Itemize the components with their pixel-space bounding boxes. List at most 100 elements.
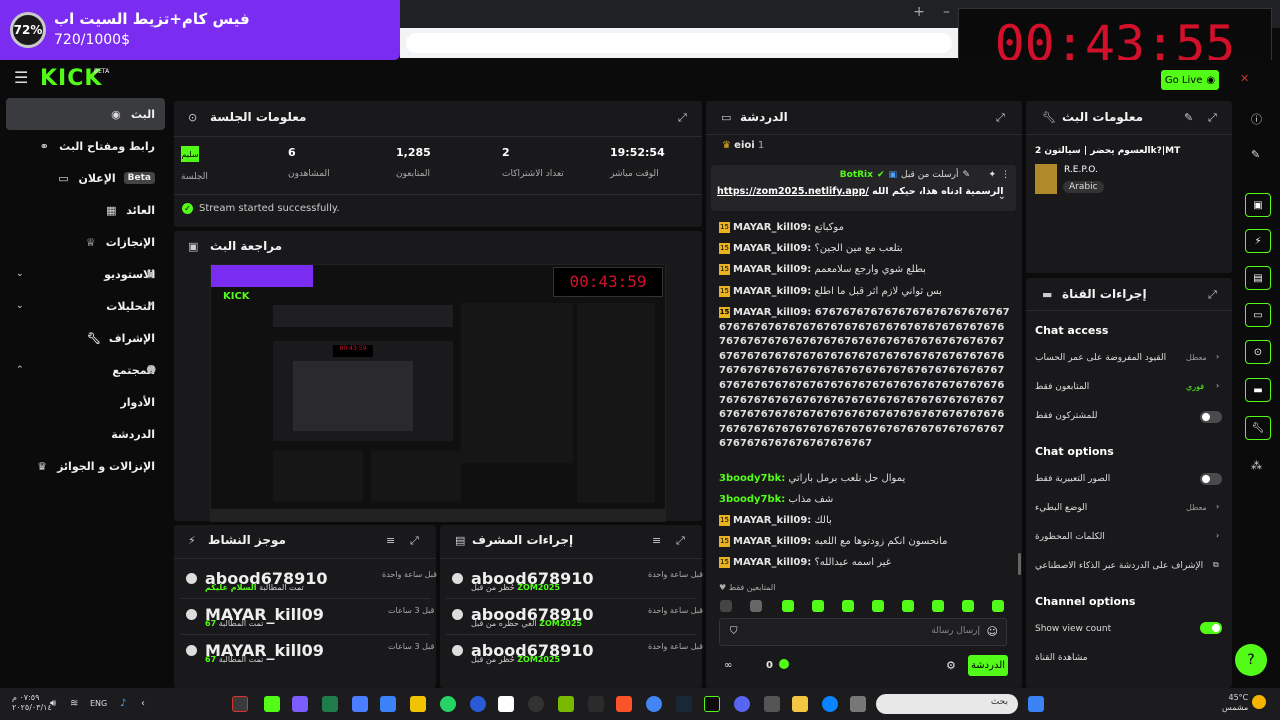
mic-icon[interactable]: ♪ (120, 698, 126, 709)
chrome-icon[interactable] (646, 696, 662, 712)
taskbar-search[interactable]: بحث (876, 694, 1018, 714)
chevron-right-icon[interactable]: › (1216, 352, 1219, 361)
sidebar-item-studio[interactable]: ⌄ ▣ الاستوديو (6, 258, 165, 290)
emote[interactable] (720, 600, 732, 612)
sidebar-item-ads[interactable]: ▭ الإعلان Beta (6, 162, 165, 194)
channel-toggle-icon[interactable]: ▬ (1245, 378, 1271, 402)
wifi-icon[interactable]: ≋ (70, 698, 78, 709)
kick-stream-icon[interactable] (704, 696, 720, 712)
minimize-icon[interactable]: – (943, 4, 950, 20)
rockstar-icon[interactable] (410, 696, 426, 712)
sidebar-item-chat[interactable]: الدردشة (6, 418, 165, 450)
chevron-right-icon[interactable]: › (1216, 502, 1219, 511)
emote[interactable] (842, 600, 854, 612)
send-chat-button[interactable]: الدردشة (968, 655, 1008, 676)
account-age-value[interactable]: معطل (1186, 353, 1207, 362)
capcut-icon[interactable] (498, 696, 514, 712)
wrench-toggle-icon[interactable]: 🔧︎ (1245, 416, 1271, 440)
folder-icon[interactable] (792, 696, 808, 712)
category-name[interactable]: R.E.P.O. (1064, 165, 1098, 175)
kick-app-icon[interactable] (264, 696, 280, 712)
excel-icon[interactable] (322, 696, 338, 712)
window-icon[interactable] (764, 696, 780, 712)
emote[interactable] (782, 600, 794, 612)
sidebar-item-broadcast[interactable]: ◉ البث (6, 98, 165, 130)
emote[interactable] (750, 600, 762, 612)
edit-icon[interactable]: ✎ (1251, 148, 1260, 161)
info-icon[interactable]: ⓘ (1251, 111, 1262, 127)
language-indicator[interactable]: ENG (90, 699, 107, 708)
followers-only-value[interactable]: فوري (1186, 382, 1204, 391)
edge-dev-icon[interactable] (380, 696, 396, 712)
gear-icon[interactable]: ⚙ (946, 659, 956, 672)
clock[interactable]: ٠٧:٥٩ م ٢٠٢٥/٠٣/١٤ (12, 693, 52, 713)
emote[interactable] (992, 600, 1004, 612)
go-live-button[interactable]: Go Live ◉ (1161, 70, 1219, 90)
more-icon[interactable]: ⋮ (1001, 170, 1010, 180)
ea-icon[interactable] (470, 696, 486, 712)
sidebar-item-moderation[interactable]: 🔧︎ الإشراف (6, 322, 165, 354)
show-view-count-toggle[interactable] (1200, 622, 1222, 634)
menu-icon[interactable]: ☰ (14, 68, 28, 87)
chevron-right-icon[interactable]: › (1216, 531, 1219, 540)
expand-icon[interactable]: ⤢ (1208, 111, 1217, 125)
edit-icon[interactable]: ✎ (1184, 111, 1193, 124)
chat-scrollbar[interactable] (1018, 553, 1021, 575)
emote[interactable] (962, 600, 974, 612)
preview-toggle-icon[interactable]: ▣ (1245, 193, 1271, 217)
share-channel-label[interactable]: مشاهدة القناة (1035, 653, 1088, 663)
slow-mode-value[interactable]: معطل (1186, 503, 1207, 512)
chat-input[interactable]: ⛉ إرسال رسالة ☺ (719, 618, 1007, 646)
subs-only-toggle[interactable] (1200, 411, 1222, 423)
expand-icon[interactable]: ⤢ (1208, 288, 1217, 302)
discord-icon[interactable] (734, 696, 750, 712)
weather[interactable]: 45°C مشمس (1222, 693, 1248, 713)
expand-icon[interactable]: ⤢ (996, 111, 1005, 125)
sidebar-item-analytics[interactable]: ⌄ ↗ التحليلات (6, 290, 165, 322)
sidebar-item-roles[interactable]: الأدوار (6, 386, 165, 418)
tabstrip-controls[interactable]: + – (913, 4, 950, 20)
emoji-icon[interactable]: ☺ (987, 625, 998, 638)
nvidia-icon[interactable] (558, 696, 574, 712)
filter-icon[interactable]: ≡ (652, 534, 661, 547)
banned-words-label[interactable]: الكلمات المحظورة (1035, 532, 1105, 542)
lightning-toggle-icon[interactable]: ⚡︎ (1245, 229, 1271, 253)
stream-preview-video[interactable]: 00:43:59 KICK 00:43:59 (210, 264, 666, 522)
filter-icon[interactable]: ≡ (386, 534, 395, 547)
expand-icon[interactable]: ⤢ (676, 534, 685, 548)
steam-icon[interactable] (676, 696, 692, 712)
log-toggle-icon[interactable]: ▤ (1245, 266, 1271, 290)
whatsapp-icon[interactable] (440, 696, 456, 712)
session-toggle-icon[interactable]: ⊙ (1245, 340, 1271, 364)
sidebar-item-stream-key[interactable]: ⚭ رابط ومفتاح البث (6, 130, 165, 162)
task-view-icon[interactable] (850, 696, 866, 712)
close-icon[interactable]: ✕ (1240, 72, 1249, 85)
new-tab-icon[interactable]: + (913, 4, 925, 20)
grid-app-icon[interactable] (292, 696, 308, 712)
help-icon[interactable]: ? (1235, 644, 1267, 676)
sidebar-item-community[interactable]: ⌃ ☻ المجتمع (6, 354, 165, 386)
chat-toggle-icon[interactable]: ▭ (1245, 303, 1271, 327)
expand-icon[interactable]: ⤢ (410, 534, 419, 548)
category-thumbnail[interactable] (1035, 164, 1057, 194)
chevron-icon[interactable]: ‹ (141, 698, 145, 709)
external-link-icon[interactable]: ⧉ (1213, 560, 1219, 570)
sidebar-item-achievements[interactable]: ♕ الإنجازات (6, 226, 165, 258)
expand-icon[interactable]: ⤢ (678, 111, 687, 125)
layout-icon[interactable]: ⁂ (1251, 459, 1262, 472)
emote-only-toggle[interactable] (1200, 473, 1222, 485)
emote[interactable] (812, 600, 824, 612)
epic-games-icon[interactable] (588, 696, 604, 712)
infinity-icon[interactable]: ∞ (724, 660, 732, 671)
emote[interactable] (932, 600, 944, 612)
emote[interactable] (872, 600, 884, 612)
app-icon[interactable] (352, 696, 368, 712)
start-icon[interactable] (1028, 696, 1044, 712)
emote[interactable] (902, 600, 914, 612)
edge-icon[interactable] (822, 696, 838, 712)
volume-icon[interactable]: 🔊︎ (50, 698, 56, 709)
address-bar[interactable] (400, 28, 958, 58)
sidebar-item-revenue[interactable]: ▦ العائد (6, 194, 165, 226)
pinned-message[interactable]: BotRix ✔ ▣ أرسلت من قبل ✎ ✦ ⋮ https://zom202… (711, 165, 1016, 211)
sidebar-item-drops[interactable]: ♛ الإنزالات و الجوائز (6, 450, 165, 482)
